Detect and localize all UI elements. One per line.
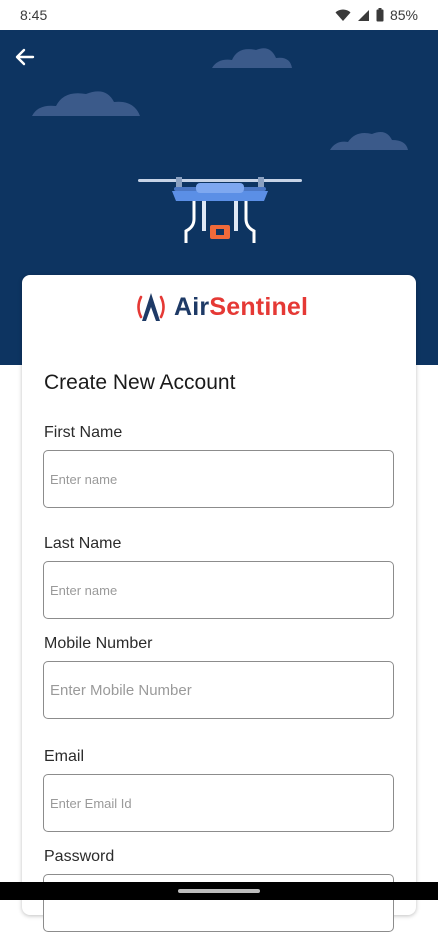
email-label: Email — [44, 748, 85, 765]
drone-icon — [138, 177, 302, 243]
status-time: 8:45 — [20, 7, 48, 23]
password-label: Password — [44, 848, 115, 865]
battery-icon — [376, 8, 384, 22]
arrow-left-icon — [15, 48, 35, 66]
status-bar: 8:45 85% — [0, 0, 438, 30]
brand-name-part1: Air — [174, 292, 210, 321]
last-name-label: Last Name — [44, 535, 122, 552]
mobile-number-label: Mobile Number — [44, 635, 153, 652]
signup-card: AirSentinel Create New Account First Nam… — [22, 275, 416, 932]
brand-name: AirSentinel — [174, 293, 308, 322]
last-name-input[interactable] — [43, 561, 394, 619]
mobile-number-input[interactable] — [43, 661, 394, 719]
cloud-icon — [212, 48, 292, 68]
battery-percent: 85% — [389, 7, 418, 23]
page-title: Create New Account — [44, 371, 236, 394]
brand-name-part2: Sentinel — [209, 292, 309, 321]
navigation-bar — [0, 882, 438, 900]
signal-icon — [357, 9, 370, 22]
brand-logo: AirSentinel — [134, 289, 308, 325]
back-button[interactable] — [10, 42, 40, 72]
cloud-icon — [330, 132, 408, 150]
first-name-label: First Name — [44, 424, 123, 441]
airsentinel-logo-icon — [137, 293, 165, 321]
cloud-icon — [32, 91, 140, 116]
status-icons: 85% — [335, 7, 418, 23]
email-input[interactable] — [43, 774, 394, 832]
home-handle[interactable] — [178, 889, 260, 893]
first-name-input[interactable] — [43, 450, 394, 508]
wifi-icon — [335, 9, 351, 22]
